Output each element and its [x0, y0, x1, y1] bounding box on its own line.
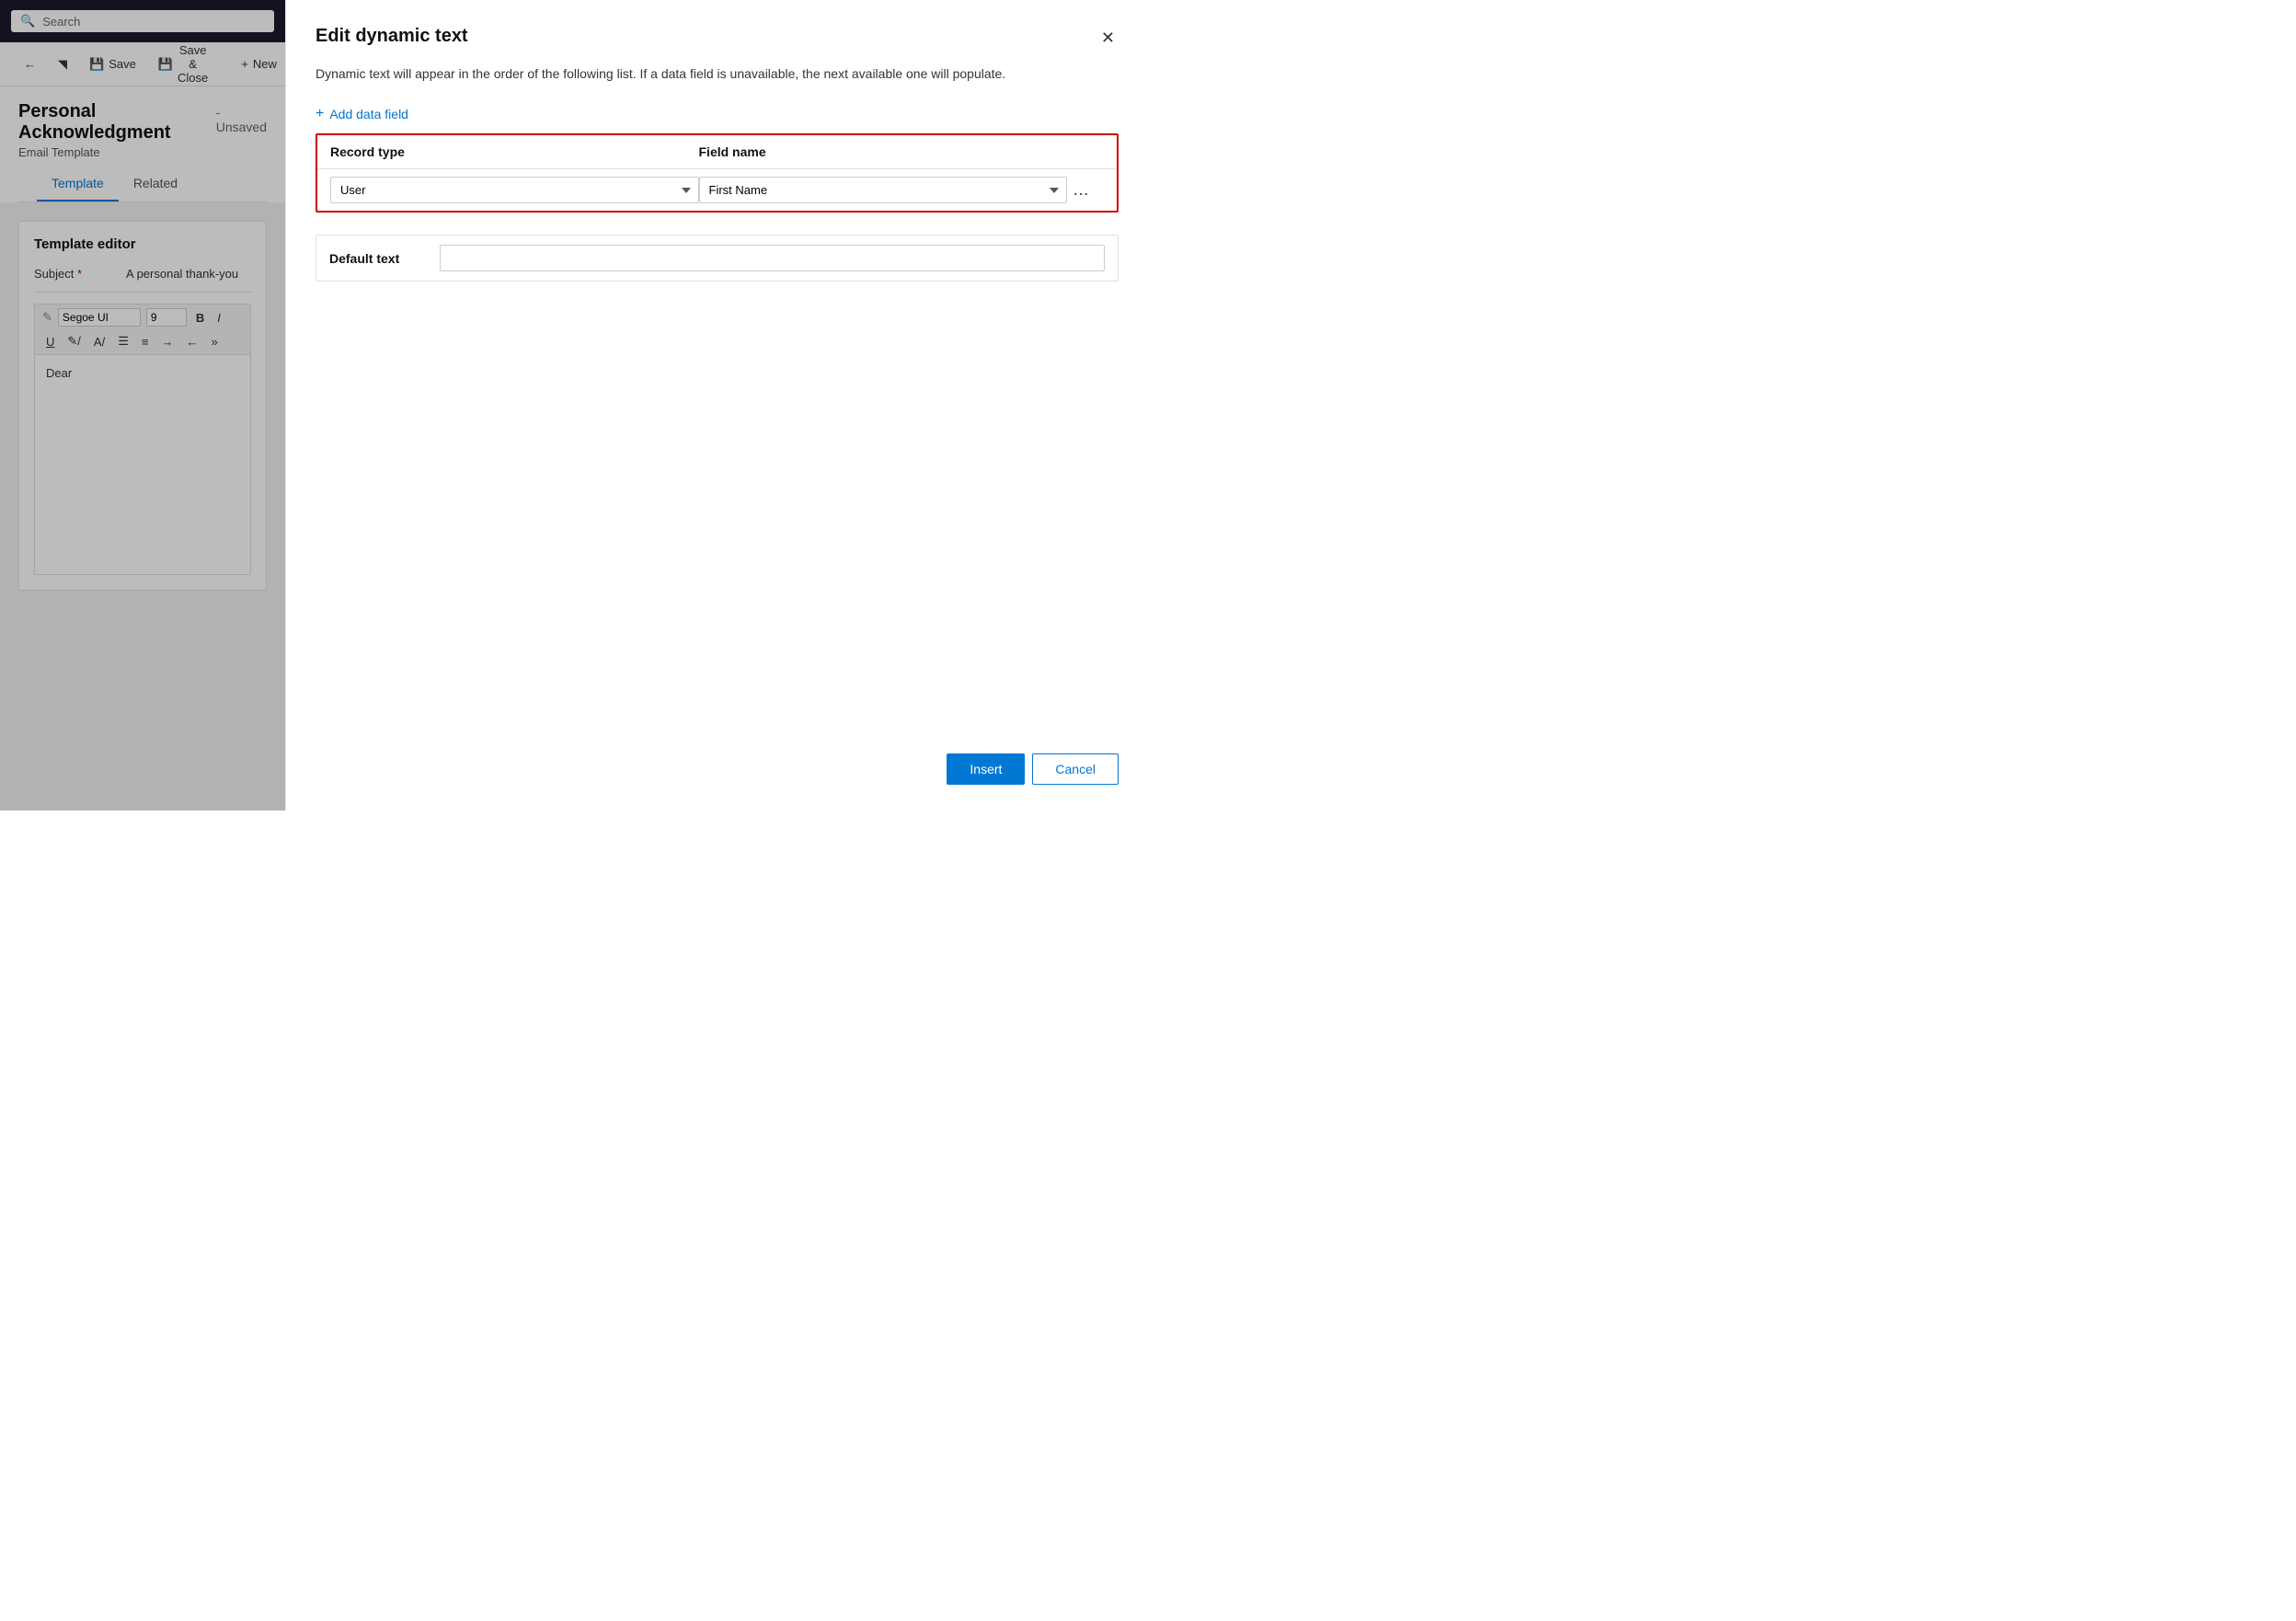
default-text-section: Default text — [316, 235, 1119, 282]
dialog-description: Dynamic text will appear in the order of… — [316, 64, 1119, 84]
dialog-header: Edit dynamic text ✕ — [316, 26, 1119, 50]
record-type-header: Record type — [330, 144, 699, 159]
table-row: User Contact Lead Account First Name Las… — [317, 169, 1117, 211]
default-text-input[interactable] — [440, 245, 1105, 271]
add-data-field-button[interactable]: + Add data field — [316, 106, 1119, 122]
row-more-button[interactable]: … — [1067, 177, 1096, 203]
plus-icon: + — [316, 106, 324, 122]
record-type-cell: User Contact Lead Account — [330, 177, 699, 203]
overlay — [0, 0, 285, 810]
field-name-header: Field name — [699, 144, 1068, 159]
record-type-select[interactable]: User Contact Lead Account — [330, 177, 699, 203]
close-button[interactable]: ✕ — [1097, 26, 1119, 50]
table-header-row: Record type Field name — [317, 135, 1117, 169]
default-text-label: Default text — [329, 251, 440, 266]
dialog-title: Edit dynamic text — [316, 26, 468, 47]
cancel-button[interactable]: Cancel — [1032, 753, 1119, 785]
field-name-cell: First Name Last Name Email Full Name — [699, 177, 1068, 203]
field-name-select[interactable]: First Name Last Name Email Full Name — [699, 177, 1068, 203]
row-actions-cell: … — [1067, 177, 1104, 203]
insert-button[interactable]: Insert — [947, 753, 1025, 785]
data-field-table: Record type Field name User Contact Lead… — [316, 133, 1119, 213]
dialog-footer: Insert Cancel — [316, 739, 1119, 785]
dialog-panel: Edit dynamic text ✕ Dynamic text will ap… — [285, 0, 1148, 810]
